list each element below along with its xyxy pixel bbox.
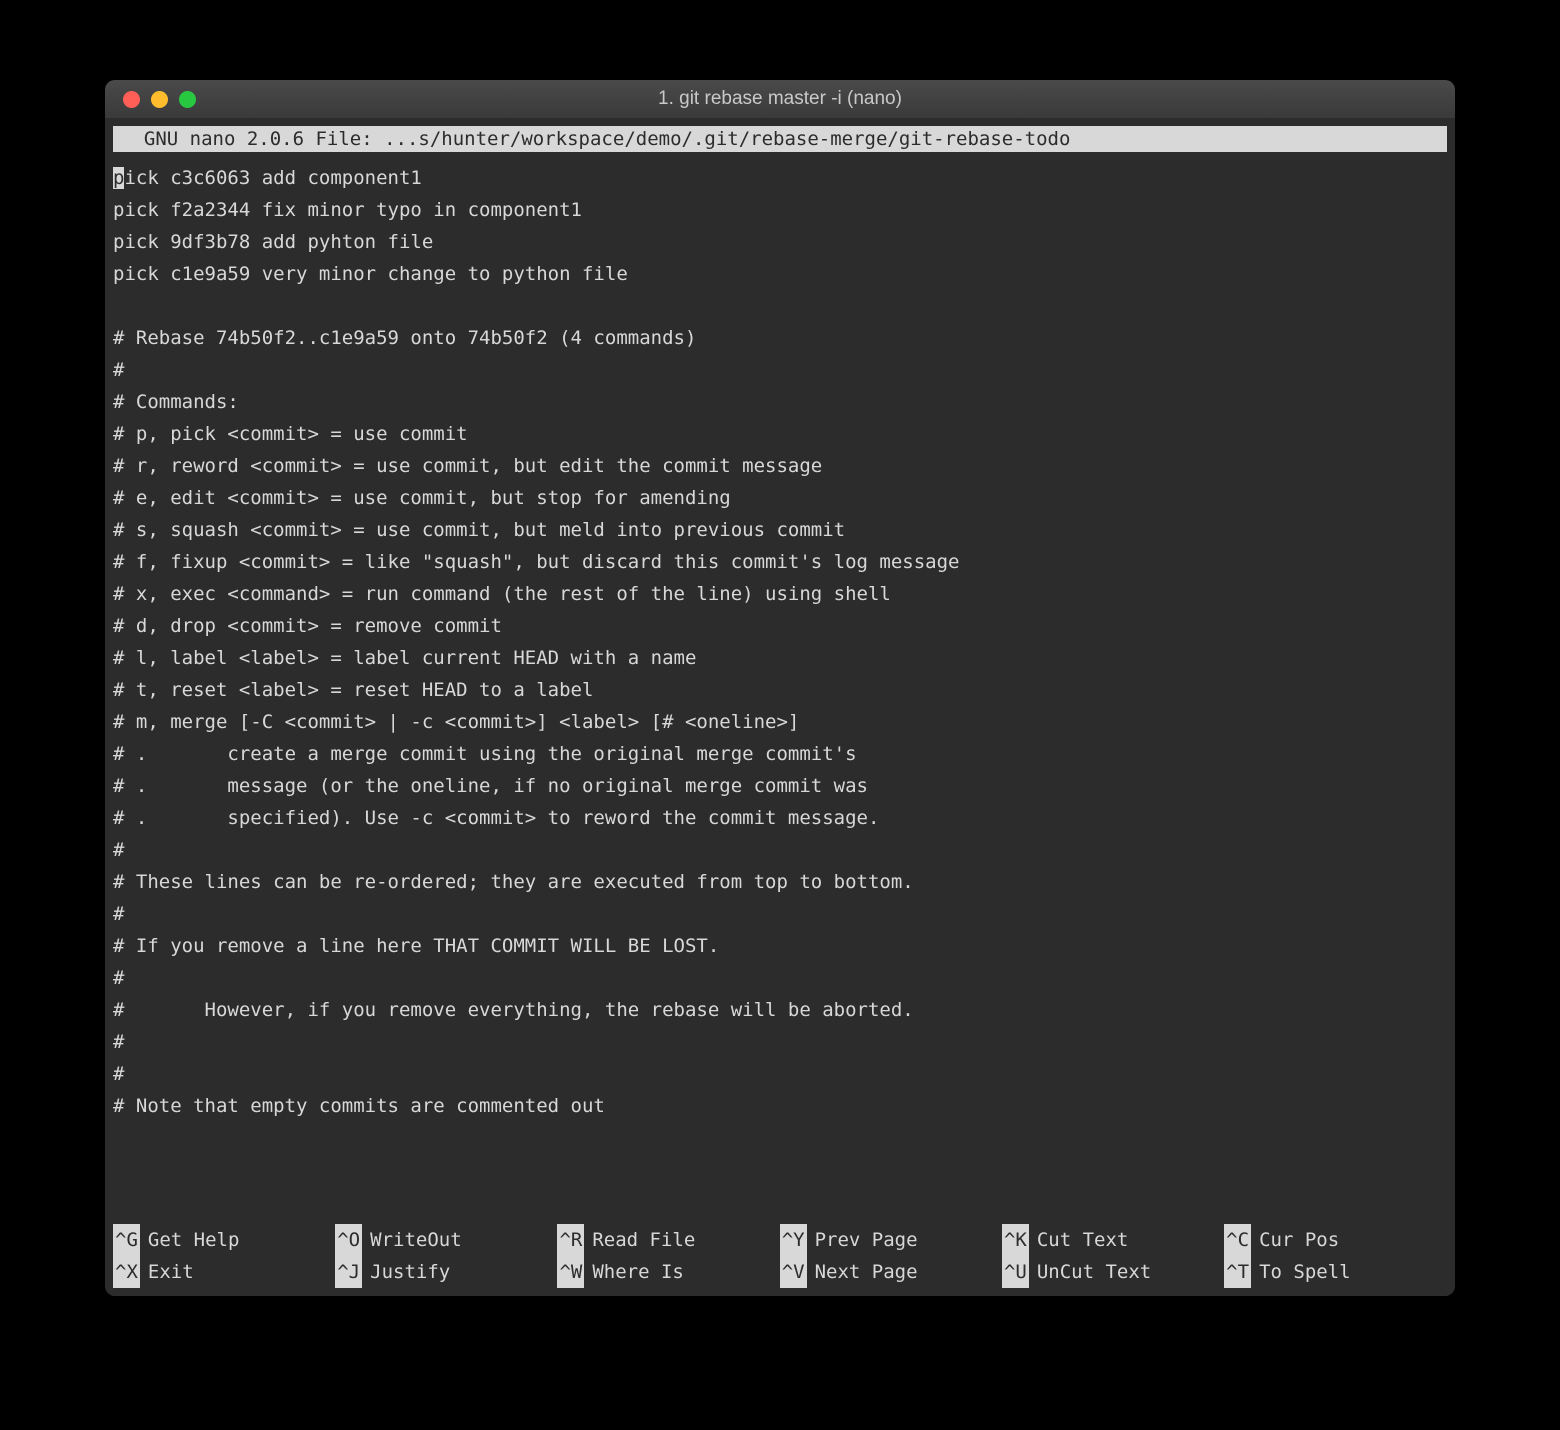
shortcut-label: Read File [592,1224,695,1256]
footer-item: ^JJustify [335,1256,557,1288]
shortcut-label: Cur Pos [1259,1224,1339,1256]
editor-line[interactable]: # p, pick <commit> = use commit [113,418,1447,450]
shortcut-key: ^T [1224,1256,1251,1288]
shortcut-key: ^V [780,1256,807,1288]
shortcut-label: UnCut Text [1037,1256,1151,1288]
terminal-body[interactable]: GNU nano 2.0.6 File: ...s/hunter/workspa… [105,126,1455,1296]
footer-row-1: ^GGet Help^OWriteOut^RRead File^YPrev Pa… [113,1224,1447,1256]
editor-line[interactable]: # x, exec <command> = run command (the r… [113,578,1447,610]
cursor: p [113,167,124,189]
footer-item: ^XExit [113,1256,335,1288]
editor-line[interactable]: # [113,1058,1447,1090]
editor-line[interactable]: pick 9df3b78 add pyhton file [113,226,1447,258]
shortcut-key: ^Y [780,1224,807,1256]
footer-item: ^CCur Pos [1224,1224,1446,1256]
shortcut-key: ^C [1224,1224,1251,1256]
shortcut-label: Get Help [148,1224,240,1256]
terminal-window: 1. git rebase master -i (nano) GNU nano … [105,80,1455,1296]
shortcut-label: Prev Page [815,1224,918,1256]
shortcut-label: To Spell [1259,1256,1351,1288]
close-icon[interactable] [123,91,140,108]
shortcut-label: Justify [370,1256,450,1288]
shortcut-key: ^K [1002,1224,1029,1256]
traffic-lights [123,91,196,108]
footer-item: ^RRead File [557,1224,779,1256]
shortcut-label: Cut Text [1037,1224,1129,1256]
editor-content[interactable]: pick c3c6063 add component1pick f2a2344 … [105,152,1455,1132]
editor-line[interactable]: # However, if you remove everything, the… [113,994,1447,1026]
editor-line[interactable]: # l, label <label> = label current HEAD … [113,642,1447,674]
shortcut-key: ^J [335,1256,362,1288]
editor-line[interactable] [113,290,1447,322]
editor-line[interactable]: # [113,834,1447,866]
shortcut-label: Exit [148,1256,194,1288]
maximize-icon[interactable] [179,91,196,108]
editor-line[interactable]: # f, fixup <commit> = like "squash", but… [113,546,1447,578]
editor-line[interactable]: # d, drop <commit> = remove commit [113,610,1447,642]
editor-line[interactable]: # . create a merge commit using the orig… [113,738,1447,770]
shortcut-label: WriteOut [370,1224,462,1256]
editor-line[interactable]: # If you remove a line here THAT COMMIT … [113,930,1447,962]
editor-line[interactable]: # [113,354,1447,386]
editor-line[interactable]: # Commands: [113,386,1447,418]
editor-line[interactable]: # [113,898,1447,930]
footer-row-2: ^XExit^JJustify^WWhere Is^VNext Page^UUn… [113,1256,1447,1288]
minimize-icon[interactable] [151,91,168,108]
footer-item: ^UUnCut Text [1002,1256,1224,1288]
footer-item: ^VNext Page [780,1256,1002,1288]
titlebar: 1. git rebase master -i (nano) [105,80,1455,118]
first-line-rest: ick c3c6063 add component1 [124,167,421,189]
footer-item: ^GGet Help [113,1224,335,1256]
shortcut-label: Where Is [592,1256,684,1288]
footer-item: ^TTo Spell [1224,1256,1446,1288]
shortcut-key: ^O [335,1224,362,1256]
nano-header: GNU nano 2.0.6 File: ...s/hunter/workspa… [113,126,1447,152]
editor-line-first[interactable]: pick c3c6063 add component1 [113,162,1447,194]
footer-item: ^OWriteOut [335,1224,557,1256]
editor-line[interactable]: # s, squash <commit> = use commit, but m… [113,514,1447,546]
editor-line[interactable]: # r, reword <commit> = use commit, but e… [113,450,1447,482]
editor-line[interactable]: # . message (or the oneline, if no origi… [113,770,1447,802]
editor-line[interactable]: # . specified). Use -c <commit> to rewor… [113,802,1447,834]
window-title: 1. git rebase master -i (nano) [123,88,1437,110]
editor-line[interactable]: # t, reset <label> = reset HEAD to a lab… [113,674,1447,706]
editor-line[interactable]: pick c1e9a59 very minor change to python… [113,258,1447,290]
shortcut-label: Next Page [815,1256,918,1288]
editor-line[interactable]: # Note that empty commits are commented … [113,1090,1447,1122]
editor-line[interactable]: # [113,1026,1447,1058]
editor-line[interactable]: pick f2a2344 fix minor typo in component… [113,194,1447,226]
editor-line[interactable]: # These lines can be re-ordered; they ar… [113,866,1447,898]
shortcut-key: ^U [1002,1256,1029,1288]
footer-item: ^KCut Text [1002,1224,1224,1256]
shortcut-key: ^X [113,1256,140,1288]
shortcut-key: ^R [557,1224,584,1256]
footer-item: ^WWhere Is [557,1256,779,1288]
editor-line[interactable]: # [113,962,1447,994]
editor-line[interactable]: # Rebase 74b50f2..c1e9a59 onto 74b50f2 (… [113,322,1447,354]
shortcut-key: ^G [113,1224,140,1256]
shortcut-key: ^W [557,1256,584,1288]
editor-line[interactable]: # e, edit <commit> = use commit, but sto… [113,482,1447,514]
footer-item: ^YPrev Page [780,1224,1002,1256]
editor-line[interactable]: # m, merge [-C <commit> | -c <commit>] <… [113,706,1447,738]
nano-footer: ^GGet Help^OWriteOut^RRead File^YPrev Pa… [113,1224,1447,1288]
